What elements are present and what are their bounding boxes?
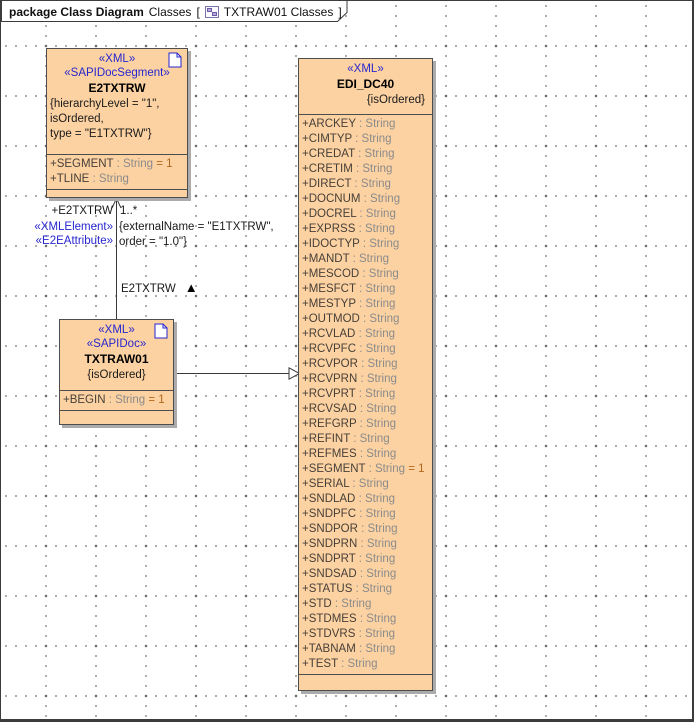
association-stereotype-label: «XMLElement» (34, 221, 113, 233)
attribute-docnum[interactable]: +DOCNUM : String (302, 192, 429, 207)
constraint-line: type = "E1TXTRW"} (50, 128, 152, 140)
operations-compartment (47, 189, 187, 197)
attribute-mandt[interactable]: +MANDT : String (302, 252, 429, 267)
class-name: E2TXTRW (88, 81, 146, 95)
association-constraint-line-1[interactable]: {externalName = "E1TXTRW", (119, 220, 274, 234)
attribute-rcvprt[interactable]: +RCVPRT : String (302, 387, 429, 402)
attribute-mesfct[interactable]: +MESFCT : String (302, 282, 429, 297)
class-edi-dc40[interactable]: «XML» EDI_DC40 {isOrdered} +ARCKEY : Str… (298, 58, 433, 691)
attribute-stdvrs[interactable]: +STDVRS : String (302, 627, 429, 642)
direction-arrow-icon: ▲ (184, 280, 198, 295)
attribute-refmes[interactable]: +REFMES : String (302, 447, 429, 462)
association-name-label[interactable]: E2TXTRW ▲ (121, 281, 198, 296)
attribute-sndpor[interactable]: +SNDPOR : String (302, 522, 429, 537)
attribute-segment[interactable]: +SEGMENT : String = 1 (302, 462, 429, 477)
attribute-test[interactable]: +TEST : String (302, 657, 429, 672)
attribute-cimtyp[interactable]: +CIMTYP : String (302, 132, 429, 147)
attribute-status[interactable]: +STATUS : String (302, 582, 429, 597)
attribute-serial[interactable]: +SERIAL : String (302, 477, 429, 492)
attribute-rcvpor[interactable]: +RCVPOR : String (302, 357, 429, 372)
constraint-block: {isOrdered} (60, 368, 173, 383)
attribute-sndlad[interactable]: +SNDLAD : String (302, 492, 429, 507)
class-e2txtrw-header: «XML» «SAPIDocSegment» E2TXTRW {hierarchy… (47, 49, 187, 154)
attribute-segment[interactable]: +SEGMENT : String = 1 (50, 157, 184, 172)
attribute-sndsad[interactable]: +SNDSAD : String (302, 567, 429, 582)
association-role-label[interactable]: +E2TXTRW (31, 204, 113, 218)
attribute-refgrp[interactable]: +REFGRP : String (302, 417, 429, 432)
association-multiplicity-label[interactable]: 1..* (120, 204, 137, 218)
attributes-compartment: +BEGIN : String = 1 (60, 390, 173, 410)
attributes-compartment: +SEGMENT : String = 1 +TLINE : String (47, 154, 187, 189)
constraint-line: {hierarchyLevel = "1", (50, 98, 160, 110)
class-name: TXTRAW01 (84, 352, 149, 366)
class-txtraw01[interactable]: «XML» «SAPIDoc» TXTRAW01 {isOrdered} +BEG… (59, 319, 174, 425)
attribute-rcvlad[interactable]: +RCVLAD : String (302, 327, 429, 342)
class-txtraw01-header: «XML» «SAPIDoc» TXTRAW01 {isOrdered} (60, 320, 173, 390)
stereotype-label: «SAPIDocSegment» (64, 67, 170, 79)
stereotype-label: «XML» (347, 63, 384, 75)
class-e2txtrw[interactable]: «XML» «SAPIDocSegment» E2TXTRW {hierarchy… (46, 48, 188, 198)
constraint-line: {isOrdered} (366, 94, 425, 106)
association-name: E2TXTRW (121, 283, 176, 295)
attribute-std[interactable]: +STD : String (302, 597, 429, 612)
attribute-begin[interactable]: +BEGIN : String = 1 (63, 393, 170, 408)
doc-icon (168, 52, 182, 68)
attribute-sndprn[interactable]: +SNDPRN : String (302, 537, 429, 552)
attribute-sndpfc[interactable]: +SNDPFC : String (302, 507, 429, 522)
attribute-credat[interactable]: +CREDAT : String (302, 147, 429, 162)
stereotype-label: «XML» (98, 53, 136, 65)
doc-icon (154, 323, 168, 339)
attribute-rcvprn[interactable]: +RCVPRN : String (302, 372, 429, 387)
constraint-line: {isOrdered} (87, 369, 146, 381)
attribute-docrel[interactable]: +DOCREL : String (302, 207, 429, 222)
diagram-canvas[interactable]: package Class Diagram Classes [ TXTRAW01… (0, 0, 694, 722)
stereotype-list: «XML» (299, 62, 432, 76)
attribute-direct[interactable]: +DIRECT : String (302, 177, 429, 192)
attributes-compartment: +ARCKEY : String +CIMTYP : String +CREDAT … (299, 114, 432, 674)
class-name: EDI_DC40 (336, 77, 395, 91)
operations-compartment (299, 674, 432, 690)
connector-txtraw01-to-edi-dc40[interactable] (174, 366, 301, 381)
attribute-mescod[interactable]: +MESCOD : String (302, 267, 429, 282)
class-edi-dc40-header: «XML» EDI_DC40 {isOrdered} (299, 59, 432, 114)
attribute-mestyp[interactable]: +MESTYP : String (302, 297, 429, 312)
association-constraint-line-2[interactable]: order = "1.0"} (119, 235, 187, 249)
association-stereotypes[interactable]: «XMLElement» «E2EAttribute» (15, 220, 113, 248)
constraint-block: {hierarchyLevel = "1", isOrdered, type = "… (47, 97, 187, 142)
attribute-outmod[interactable]: +OUTMOD : String (302, 312, 429, 327)
stereotype-list: «XML» «SAPIDocSegment» (47, 52, 187, 80)
attribute-tabnam[interactable]: +TABNAM : String (302, 642, 429, 657)
attribute-cretim[interactable]: +CRETIM : String (302, 162, 429, 177)
constraint-line: isOrdered, (50, 113, 104, 125)
stereotype-label: «SAPIDoc» (86, 338, 147, 350)
attribute-rcvsad[interactable]: +RCVSAD : String (302, 402, 429, 417)
operations-compartment (60, 410, 173, 424)
attribute-rcvpfc[interactable]: +RCVPFC : String (302, 342, 429, 357)
attribute-arckey[interactable]: +ARCKEY : String (302, 117, 429, 132)
association-stereotype-label: «E2EAttribute» (35, 235, 113, 247)
attribute-sndprt[interactable]: +SNDPRT : String (302, 552, 429, 567)
attribute-tline[interactable]: +TLINE : String (50, 172, 184, 187)
attribute-refint[interactable]: +REFINT : String (302, 432, 429, 447)
attribute-idoctyp[interactable]: +IDOCTYP : String (302, 237, 429, 252)
attribute-exprss[interactable]: +EXPRSS : String (302, 222, 429, 237)
attribute-stdmes[interactable]: +STDMES : String (302, 612, 429, 627)
